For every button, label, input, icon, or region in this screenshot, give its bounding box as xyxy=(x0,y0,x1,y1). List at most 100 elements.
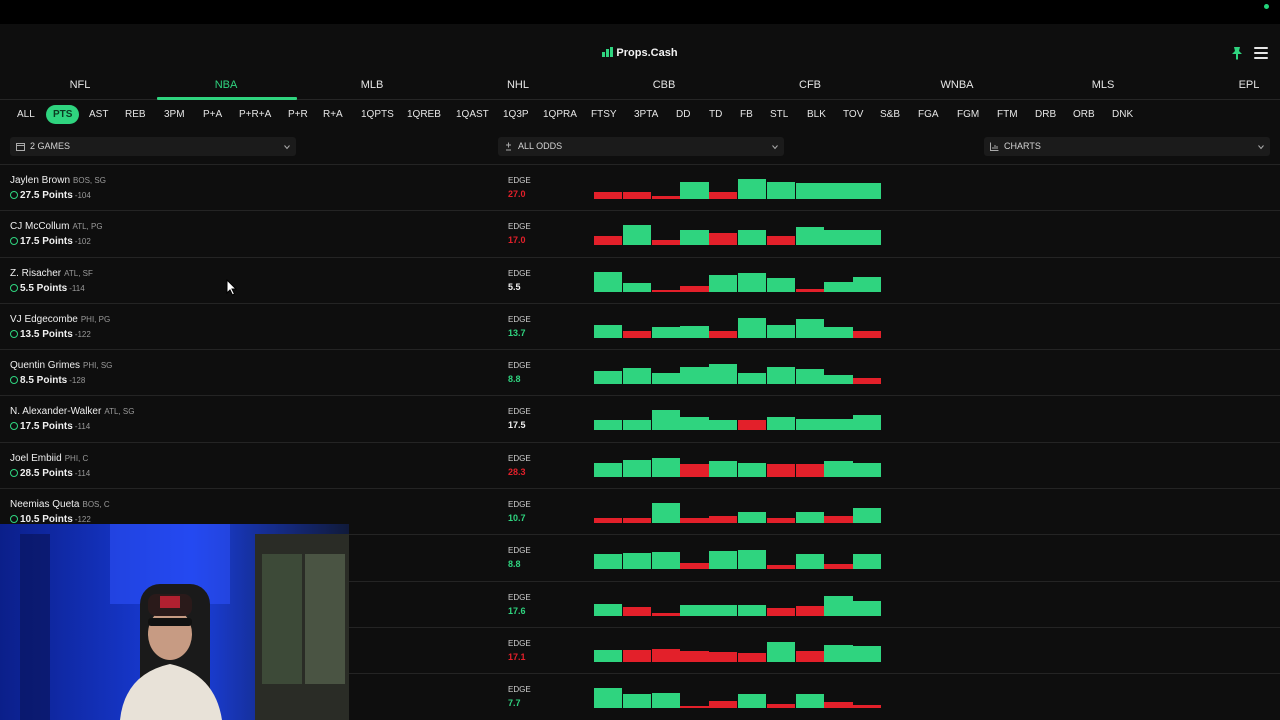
stat-chip-s-b[interactable]: S&B xyxy=(873,105,907,124)
history-bar-chart[interactable] xyxy=(594,364,882,385)
edge-label: EDGE xyxy=(508,268,531,278)
game-bar-hit xyxy=(824,644,853,662)
player-row[interactable]: Z. Risacher ATL, SF 5.5 Points -114 EDGE 5.5 xyxy=(0,256,1280,303)
edge-label: EDGE xyxy=(508,222,531,232)
game-bar-miss xyxy=(766,463,796,477)
history-bar-chart[interactable] xyxy=(594,688,882,709)
stat-chip-3pta[interactable]: 3PTA xyxy=(627,105,665,124)
game-bar-hit xyxy=(680,417,709,431)
stat-chip-1qpts[interactable]: 1QPTS xyxy=(354,105,401,124)
stat-chip-ast[interactable]: AST xyxy=(82,105,115,124)
games-select[interactable]: 2 GAMES xyxy=(10,137,296,156)
stat-chip-1qast[interactable]: 1QAST xyxy=(449,105,496,124)
game-bar-hit xyxy=(709,460,738,477)
player-row[interactable]: Jaylen Brown BOS, SG 27.5 Points -104 EDGE 27… xyxy=(0,164,1280,210)
player-name: CJ McCollum xyxy=(10,221,70,233)
player-team-position: BOS, C xyxy=(82,500,110,510)
edge-label: EDGE xyxy=(508,685,531,695)
history-bar-chart[interactable] xyxy=(594,179,882,199)
prop-line-value: 13.5 Points xyxy=(20,328,73,340)
player-team-position: PHI, SG xyxy=(83,361,113,371)
stat-chip-dd[interactable]: DD xyxy=(669,105,697,124)
player-row[interactable]: N. Alexander-Walker ATL, SG 17.5 Points -11… xyxy=(0,395,1280,441)
stat-chip-dnk[interactable]: DNK xyxy=(1105,105,1140,124)
edge-label: EDGE xyxy=(508,546,531,556)
stat-chip-3pm[interactable]: 3PM xyxy=(157,105,192,124)
history-bar-chart[interactable] xyxy=(594,457,882,477)
stat-chip-reb[interactable]: REB xyxy=(118,105,153,124)
edge-value: 7.7 xyxy=(508,698,521,709)
stat-chip-drb[interactable]: DRB xyxy=(1028,105,1063,124)
player-row[interactable]: VJ Edgecombe PHI, PG 13.5 Points -122 EDGE 13… xyxy=(0,302,1280,349)
game-bar-hit xyxy=(766,367,796,385)
game-bar-hit xyxy=(709,604,738,616)
player-team-position: ATL, PG xyxy=(72,222,103,232)
game-bar-hit xyxy=(795,419,824,431)
game-bar-hit xyxy=(853,554,882,570)
player-row[interactable]: Quentin Grimes PHI, SG 8.5 Points -128 EDGE 8… xyxy=(0,349,1280,395)
game-bar-miss xyxy=(622,330,652,338)
game-bar-miss xyxy=(622,649,652,662)
player-team-position: BOS, SG xyxy=(73,176,106,185)
game-bar-hit xyxy=(853,415,882,431)
stat-chip-1qreb[interactable]: 1QREB xyxy=(400,105,448,124)
league-tab-nfl[interactable]: NFL xyxy=(40,79,120,91)
stat-chip-p-a[interactable]: P+A xyxy=(196,105,229,124)
stat-chip-blk[interactable]: BLK xyxy=(800,105,833,124)
history-bar-chart[interactable] xyxy=(594,225,882,246)
logo[interactable]: Props.Cash xyxy=(0,47,1280,59)
league-tab-cbb[interactable]: CBB xyxy=(624,79,704,91)
stat-chip-fb[interactable]: FB xyxy=(733,105,760,124)
league-tab-nhl[interactable]: NHL xyxy=(478,79,558,91)
stat-chip-1qpra[interactable]: 1QPRA xyxy=(536,105,584,124)
game-bar-hit xyxy=(622,225,652,246)
history-bar-chart[interactable] xyxy=(594,595,882,616)
game-bar-hit xyxy=(594,271,623,292)
view-select[interactable]: CHARTS xyxy=(984,137,1270,156)
odds-select[interactable]: ALL ODDS xyxy=(498,137,784,156)
over-circle-icon xyxy=(10,283,18,292)
stat-chip-stl[interactable]: STL xyxy=(763,105,795,124)
stat-chip-td[interactable]: TD xyxy=(702,105,729,124)
player-row[interactable]: CJ McCollum ATL, PG 17.5 Points -102 EDGE 17.… xyxy=(0,210,1280,256)
stat-chip-orb[interactable]: ORB xyxy=(1066,105,1102,124)
player-name-line: CJ McCollum ATL, PG xyxy=(10,221,103,232)
game-bar-miss xyxy=(680,706,709,709)
prop-odds: -114 xyxy=(74,468,91,478)
stat-chip-ftm[interactable]: FTM xyxy=(990,105,1025,124)
history-bar-chart[interactable] xyxy=(594,641,882,662)
history-bar-chart[interactable] xyxy=(594,410,882,431)
league-tab-mls[interactable]: MLS xyxy=(1063,79,1143,91)
player-row[interactable]: Joel Embiid PHI, C 28.5 Points -114 EDGE 28.3 xyxy=(0,441,1280,488)
stat-chip-p-r-a[interactable]: P+R+A xyxy=(232,105,278,124)
game-bar-hit xyxy=(766,417,796,431)
chevron-down-icon xyxy=(284,145,290,150)
logo-text: Props.Cash xyxy=(616,47,678,59)
history-bar-chart[interactable] xyxy=(594,317,882,338)
league-tab-mlb[interactable]: MLB xyxy=(332,79,412,91)
pin-icon[interactable] xyxy=(1230,46,1244,60)
history-bar-chart[interactable] xyxy=(594,503,882,524)
stat-chip-r-a[interactable]: R+A xyxy=(316,105,350,124)
league-tab-epl[interactable]: EPL xyxy=(1209,79,1280,91)
history-bar-chart[interactable] xyxy=(594,549,882,570)
league-tab-wnba[interactable]: WNBA xyxy=(917,79,997,91)
game-bar-hit xyxy=(651,326,680,338)
stat-chip-tov[interactable]: TOV xyxy=(836,105,870,124)
player-name: Quentin Grimes xyxy=(10,360,81,372)
game-bar-hit xyxy=(738,550,767,570)
game-bar-miss xyxy=(853,705,882,709)
stat-chip-all[interactable]: ALL xyxy=(10,105,42,124)
stat-chip-ftsy[interactable]: FTSY xyxy=(584,105,624,124)
stat-chip-fgm[interactable]: FGM xyxy=(950,105,986,124)
league-tab-nba[interactable]: NBA xyxy=(186,79,266,91)
league-tab-cfb[interactable]: CFB xyxy=(770,79,850,91)
hamburger-menu-icon[interactable] xyxy=(1254,47,1268,59)
stat-chip-pts[interactable]: PTS xyxy=(46,105,80,124)
stat-chip-p-r[interactable]: P+R xyxy=(281,105,315,124)
prop-line-value: 27.5 Points xyxy=(20,190,73,201)
history-bar-chart[interactable] xyxy=(594,271,882,292)
stat-chip-1q3p[interactable]: 1Q3P xyxy=(496,105,536,124)
stat-chip-fga[interactable]: FGA xyxy=(911,105,946,124)
game-bar-miss xyxy=(795,288,824,292)
